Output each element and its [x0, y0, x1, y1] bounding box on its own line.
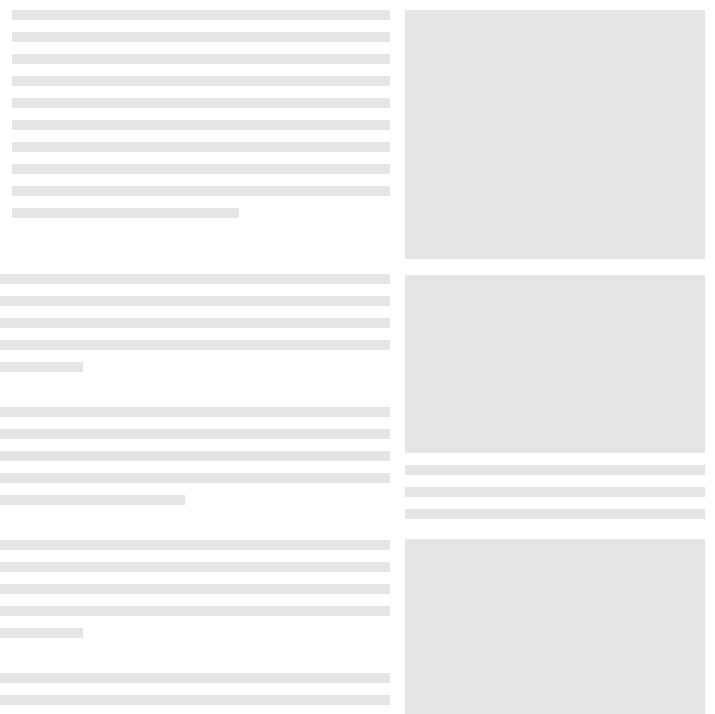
- text-line-placeholder: [0, 451, 390, 461]
- text-line-placeholder: [0, 606, 390, 616]
- text-line-placeholder: [0, 562, 390, 572]
- text-line-placeholder: [405, 509, 705, 519]
- text-line-placeholder: [0, 274, 390, 284]
- text-line-placeholder: [12, 98, 390, 108]
- text-line-placeholder: [0, 695, 390, 705]
- text-line-placeholder: [12, 10, 390, 20]
- text-line-placeholder: [0, 318, 390, 328]
- text-line-placeholder: [0, 584, 390, 594]
- text-line-placeholder: [12, 208, 239, 218]
- text-line-placeholder: [0, 429, 390, 439]
- text-line-placeholder: [0, 628, 83, 638]
- text-line-placeholder: [0, 340, 390, 350]
- text-line-placeholder: [0, 473, 390, 483]
- text-line-placeholder: [12, 32, 390, 42]
- text-line-placeholder: [12, 186, 390, 196]
- text-line-placeholder: [12, 120, 390, 130]
- text-line-placeholder: [0, 540, 390, 550]
- text-line-placeholder: [405, 487, 705, 497]
- text-line-placeholder: [405, 465, 705, 475]
- text-line-placeholder: [0, 673, 390, 683]
- text-line-placeholder: [0, 362, 83, 372]
- image-placeholder: [405, 539, 705, 714]
- text-line-placeholder: [0, 296, 390, 306]
- text-line-placeholder: [0, 495, 185, 505]
- text-line-placeholder: [12, 76, 390, 86]
- image-placeholder: [405, 275, 705, 453]
- image-placeholder: [405, 10, 705, 259]
- text-line-placeholder: [0, 407, 390, 417]
- text-line-placeholder: [12, 164, 390, 174]
- text-line-placeholder: [12, 142, 390, 152]
- text-line-placeholder: [12, 54, 390, 64]
